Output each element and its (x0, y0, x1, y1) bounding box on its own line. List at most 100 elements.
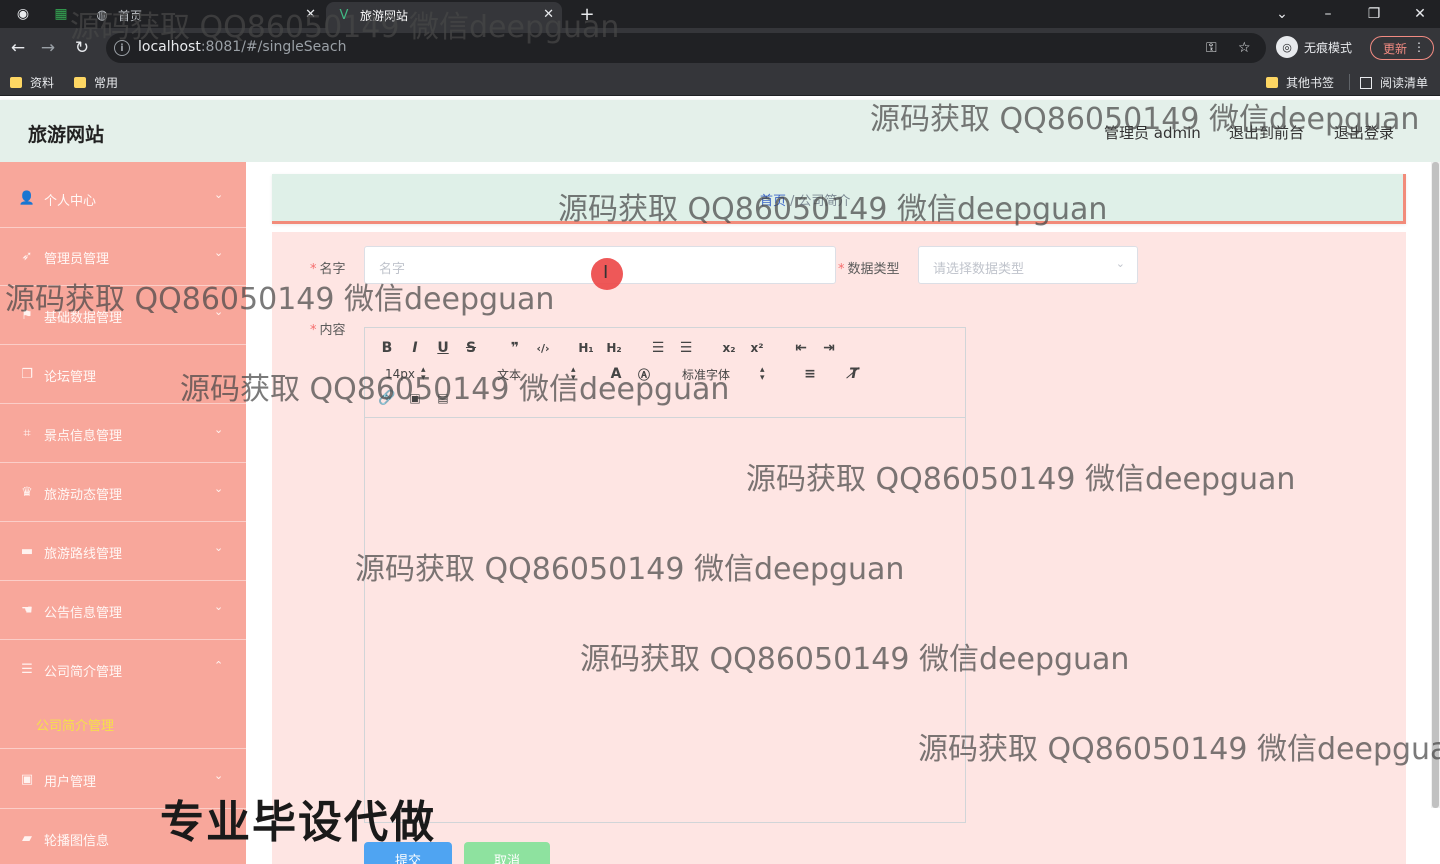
tab-title: 旅游网站 (360, 8, 409, 23)
sidebar-item-admin[interactable]: ➶ 管理员管理 ⌄ (0, 228, 246, 286)
sidebar-item-forum[interactable]: ❐ 论坛管理 (0, 346, 246, 404)
sidebar-item-label: 景点信息管理 (44, 429, 123, 444)
window-close-icon[interactable]: ✕ (1410, 4, 1430, 24)
chevron-up-icon: ⌃ (214, 659, 224, 672)
logout-link[interactable]: 退出登录 (1334, 122, 1394, 143)
new-tab-icon[interactable]: + (578, 4, 596, 25)
star-icon[interactable]: ☆ (1238, 40, 1251, 56)
sidebar-item-personal-center[interactable]: 👤 个人中心 ⌄ (0, 170, 246, 228)
key-icon[interactable]: ⚿ (1206, 40, 1217, 56)
chevron-down-icon: ⌄ (214, 600, 224, 613)
name-label: * 名字 (310, 262, 346, 277)
tab-home[interactable]: ◍ 首页 ✕ (84, 2, 324, 28)
sidebar-item-label: 论坛管理 (44, 370, 97, 385)
url-text[interactable]: localhost:8081/#/singleSeach (138, 39, 346, 55)
quote-icon[interactable]: ❞ (504, 338, 526, 358)
more-vert-icon[interactable]: ⋮ (1413, 40, 1425, 54)
chevron-down-icon: ⌄ (214, 482, 224, 495)
underline-icon[interactable]: U (432, 338, 454, 358)
sidebar-item-travel-news[interactable]: ♛ 旅游动态管理 ⌄ (0, 464, 246, 522)
close-icon[interactable]: ✕ (543, 7, 554, 22)
text-style-select[interactable]: 文本 ▴ ▾ (497, 364, 576, 384)
restore-icon[interactable]: ❐ (1364, 4, 1384, 24)
sidebar-item-label: 公司简介管理 (44, 665, 123, 680)
font-family-select[interactable]: 标准字体 ▴ ▾ (682, 364, 765, 384)
medal-icon: ♛ (21, 484, 33, 500)
site-title: 旅游网站 (28, 124, 105, 146)
heading1-icon[interactable]: H₁ (575, 338, 597, 358)
tab-search-icon[interactable]: ⌄ (1272, 4, 1292, 24)
bold-icon[interactable]: B (376, 338, 398, 358)
close-icon[interactable]: ✕ (305, 7, 316, 22)
send-icon: ➶ (21, 248, 33, 264)
url-field[interactable]: i localhost:8081/#/singleSeach ⚿ ☆ (106, 33, 1266, 63)
sidebar-item-travel-routes[interactable]: ▬ 旅游路线管理 ⌄ (0, 523, 246, 581)
code-icon[interactable]: ‹/› (532, 338, 554, 358)
data-type-select[interactable]: 请选择数据类型 ⌄ (918, 246, 1138, 284)
tab-travel-site[interactable]: V 旅游网站 ✕ (326, 2, 562, 28)
bookmark-label: 其他书签 (1286, 76, 1335, 90)
bullet-list-icon[interactable]: ☰ (675, 338, 697, 358)
reading-list[interactable]: 阅读清单 (1360, 74, 1428, 91)
promo-banner: 专业毕设代做 (160, 797, 436, 848)
back-icon[interactable]: ← (8, 38, 28, 58)
chevron-down-icon: ⌄ (1115, 257, 1125, 270)
browser-menu-icon[interactable]: ◉ (14, 5, 32, 23)
strike-icon[interactable]: S (460, 338, 482, 358)
clear-format-icon[interactable]: T̸ (843, 364, 865, 384)
breadcrumb-home[interactable]: 首页 (760, 194, 786, 209)
sidebar-item-base-data[interactable]: ⚑ 基础数据管理 ⌄ (0, 287, 246, 345)
cancel-button[interactable]: 取消 (464, 842, 550, 864)
incognito-icon: ◎ (1276, 36, 1298, 58)
heading2-icon[interactable]: H₂ (603, 338, 625, 358)
flag-icon: ⚑ (21, 307, 33, 323)
bookmarks-bar: 资料 常用 其他书签 阅读清单 (0, 68, 1440, 96)
edit-form: * 名字 名字 * 数据类型 请选择数据类型 ⌄ * 内容 B I U S ❞ ‹/›… (272, 232, 1406, 864)
ordered-list-icon[interactable]: ☰ (647, 338, 669, 358)
sidebar-item-label: 用户管理 (44, 775, 97, 790)
incognito-badge[interactable]: ◎ 无痕模式 (1276, 36, 1352, 58)
bookmark-folder[interactable]: 资料 (10, 74, 54, 91)
vue-icon: V (339, 7, 349, 23)
rich-text-editor[interactable]: B I U S ❞ ‹/› H₁ H₂ ☰ ☰ x₂ x² ⇤ ⇥ 14px ▴ ▾… (364, 327, 966, 823)
data-type-placeholder: 请选择数据类型 (933, 262, 1025, 277)
breadcrumb-bar: 首页 / 公司简介 (272, 174, 1406, 224)
hand-icon: ☚ (21, 602, 33, 618)
indent-icon[interactable]: ⇥ (818, 338, 840, 358)
chevron-down-icon: ⌄ (214, 246, 224, 259)
subscript-icon[interactable]: x₂ (718, 338, 740, 358)
scrollbar-thumb[interactable] (1432, 162, 1439, 808)
link-icon[interactable]: 🔗 (376, 388, 398, 408)
sidebar-item-company-intro[interactable]: ☰ 公司简介管理 ⌃ (0, 641, 246, 699)
data-type-label: * 数据类型 (838, 262, 900, 277)
ticket-icon: ▰ (22, 830, 32, 846)
sidebar-item-announcements[interactable]: ☚ 公告信息管理 ⌄ (0, 582, 246, 640)
breadcrumb-separator: / (790, 194, 795, 209)
bookmark-folder[interactable]: 常用 (74, 74, 118, 91)
reload-icon[interactable]: ↻ (72, 38, 92, 58)
font-size-select[interactable]: 14px ▴ ▾ (385, 364, 426, 384)
chevron-down-icon: ⌄ (214, 769, 224, 782)
superscript-icon[interactable]: x² (746, 338, 768, 358)
forward-icon[interactable]: → (38, 38, 58, 58)
submenu-company-intro[interactable]: 公司简介管理 (0, 699, 246, 749)
name-placeholder: 名字 (379, 262, 406, 277)
background-color-icon[interactable]: Ⓐ (633, 364, 655, 384)
outdent-icon[interactable]: ⇤ (790, 338, 812, 358)
sheet-app-icon[interactable]: ▦ (52, 5, 70, 23)
update-button[interactable]: 更新 ⋮ (1370, 36, 1434, 60)
reading-list-icon (1360, 76, 1372, 89)
info-icon[interactable]: i (114, 40, 130, 56)
page-scrollbar[interactable] (1431, 162, 1440, 808)
italic-icon[interactable]: I (404, 338, 426, 358)
bookmark-label: 资料 (30, 76, 55, 90)
sidebar-item-attractions[interactable]: ⌗ 景点信息管理 ⌄ (0, 405, 246, 463)
minimize-icon[interactable]: – (1318, 4, 1338, 24)
other-bookmarks[interactable]: 其他书签 (1266, 74, 1334, 91)
video-icon[interactable]: ▤ (432, 388, 454, 408)
font-color-icon[interactable]: A (605, 364, 627, 384)
sidebar-item-label: 轮播图信息 (44, 834, 110, 849)
back-to-front-link[interactable]: 退出到前台 (1229, 122, 1304, 143)
image-icon[interactable]: ▣ (404, 388, 426, 408)
align-icon[interactable]: ≡ (799, 364, 821, 384)
